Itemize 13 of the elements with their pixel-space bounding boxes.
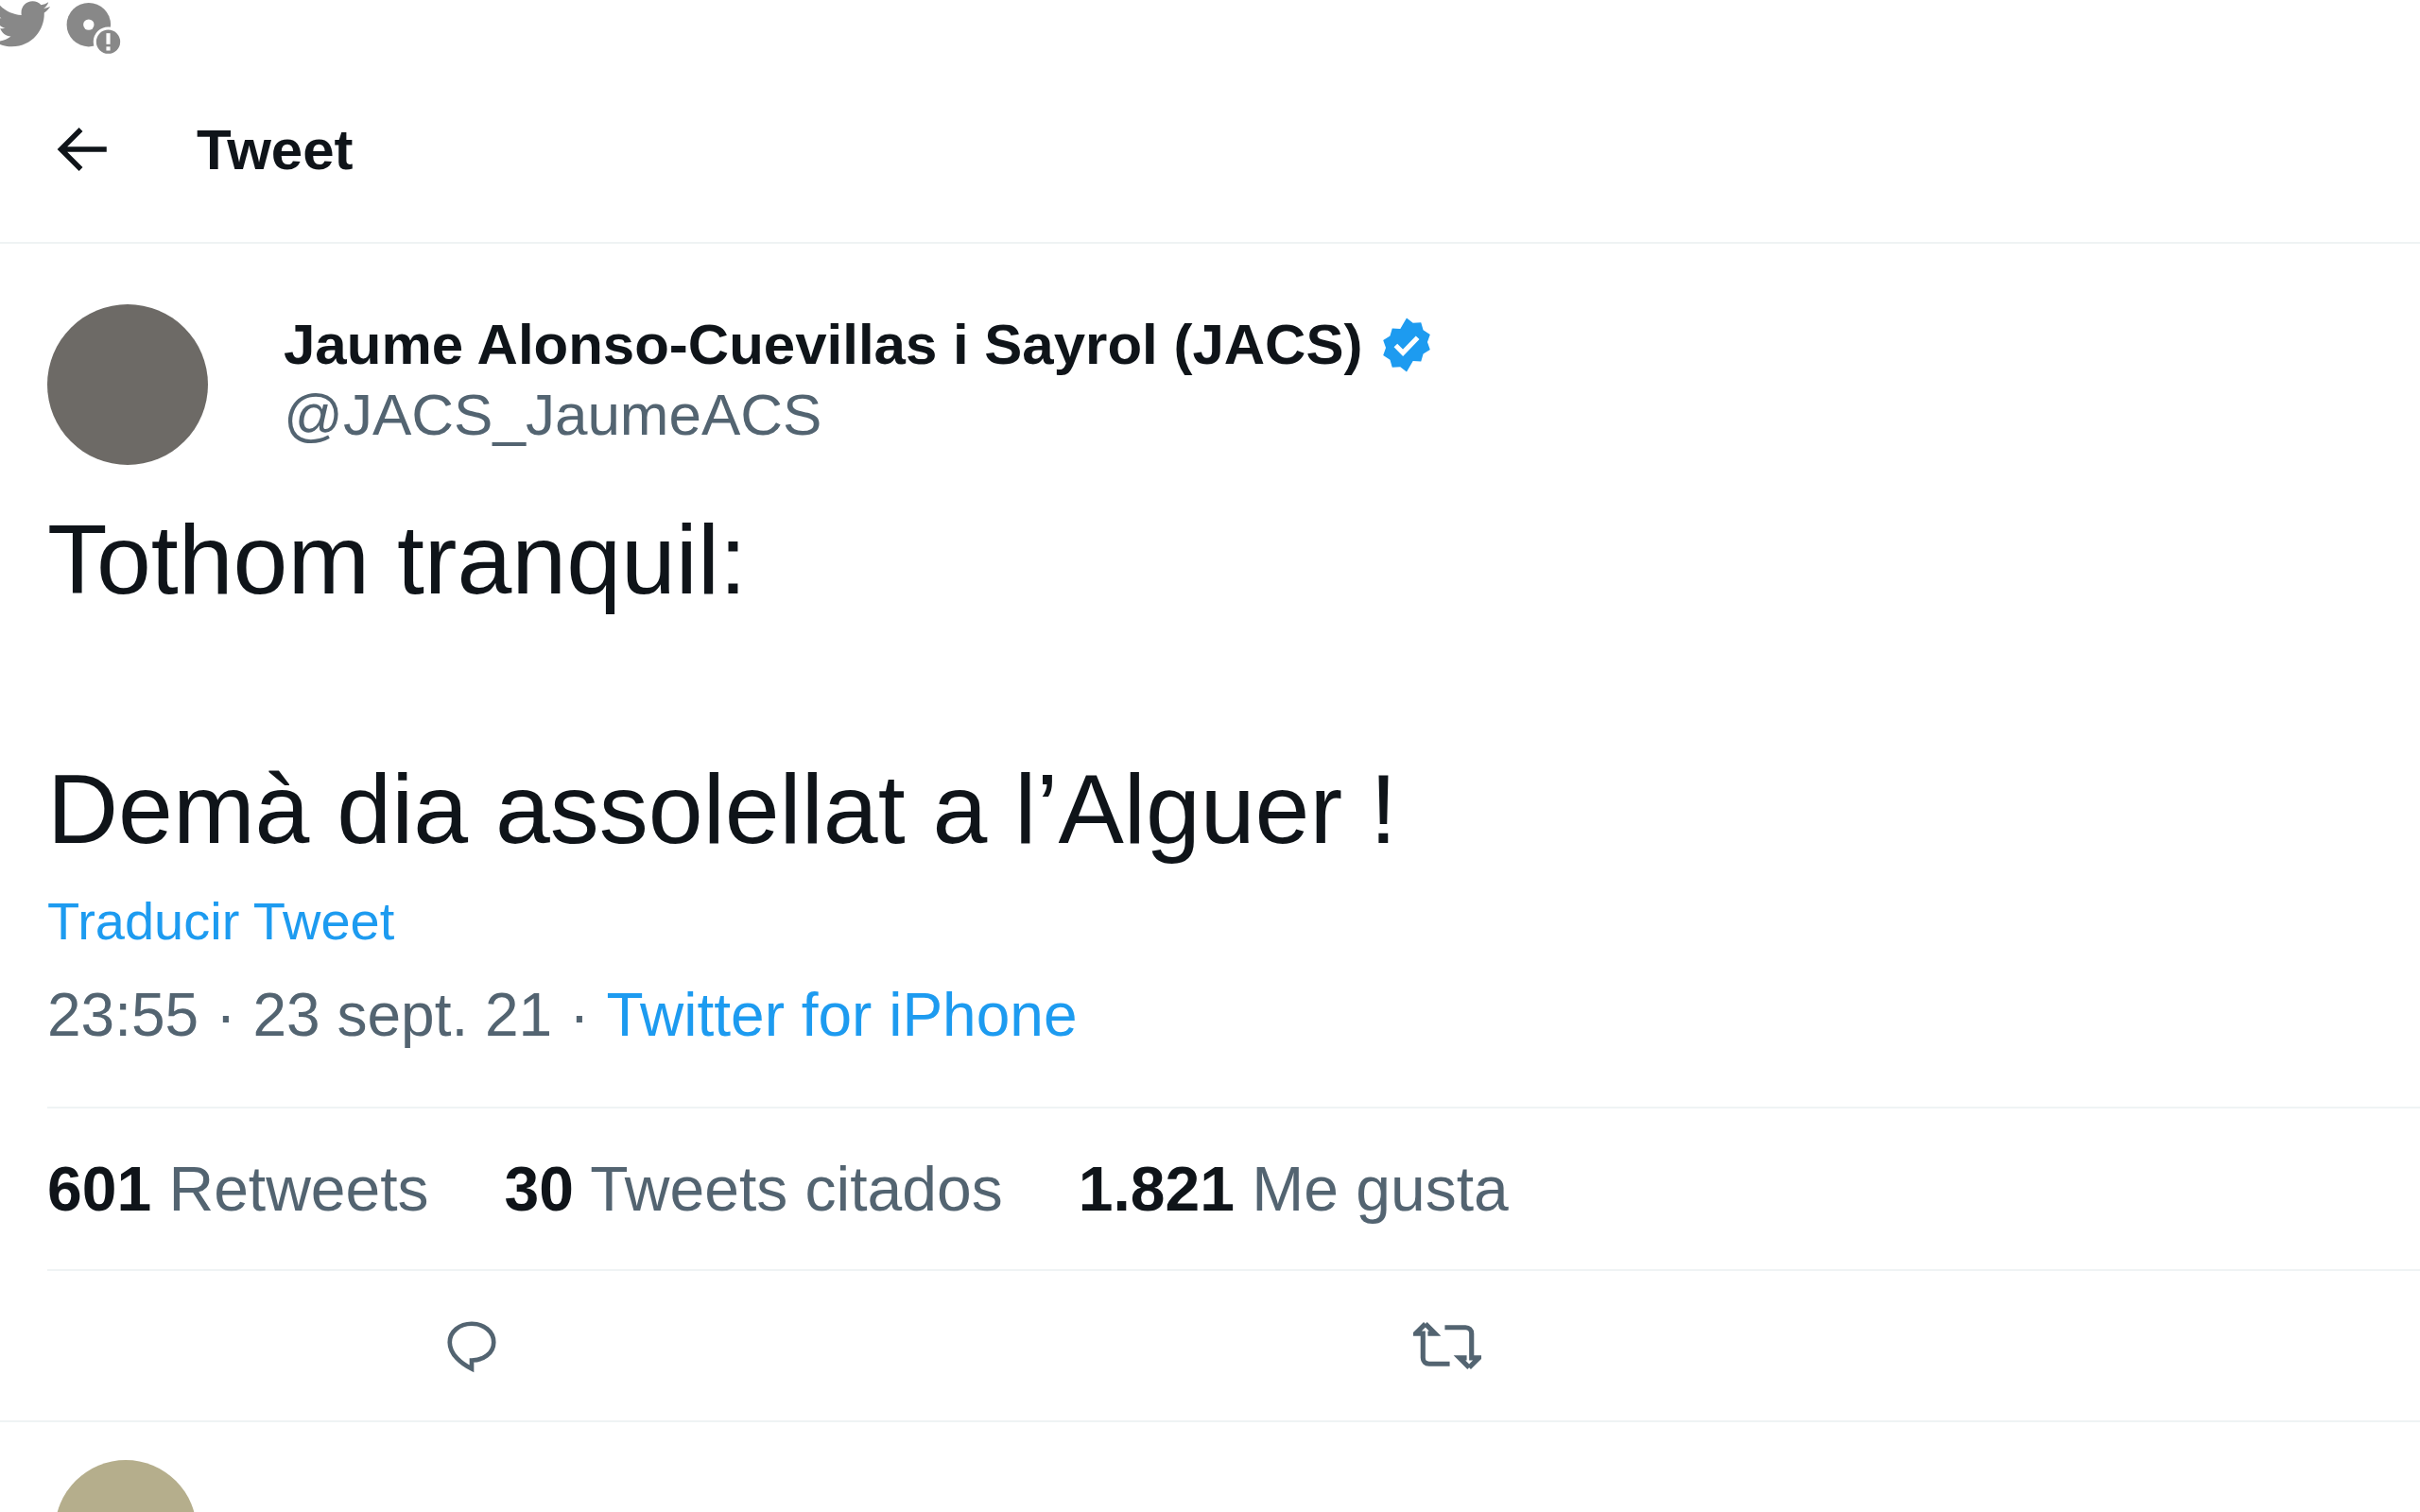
author-handle[interactable]: @JACS_JaumeACS bbox=[284, 381, 1437, 448]
tweet-text: Demà dia assolellat a l’Alguer ! bbox=[47, 753, 1398, 866]
stat-link[interactable]: 30 Tweets citados bbox=[504, 1153, 1003, 1225]
disc-warning-icon bbox=[64, 0, 123, 57]
page-title: Tweet bbox=[197, 116, 354, 182]
separator-dot: · bbox=[216, 980, 236, 1050]
separator-dot: · bbox=[569, 980, 590, 1050]
author-name[interactable]: Jaume Alonso-Cuevillas i Sayrol (JACS) bbox=[284, 312, 1363, 377]
tweet-text: Tothom tranquil: bbox=[47, 504, 748, 616]
tweet-date[interactable]: 23 sept. 21 bbox=[252, 980, 553, 1050]
stat-link[interactable]: 601 Retweets bbox=[47, 1153, 429, 1225]
stat-link[interactable]: 1.821 Me gusta bbox=[1078, 1153, 1509, 1225]
tweet-time[interactable]: 23:55 bbox=[47, 980, 199, 1050]
